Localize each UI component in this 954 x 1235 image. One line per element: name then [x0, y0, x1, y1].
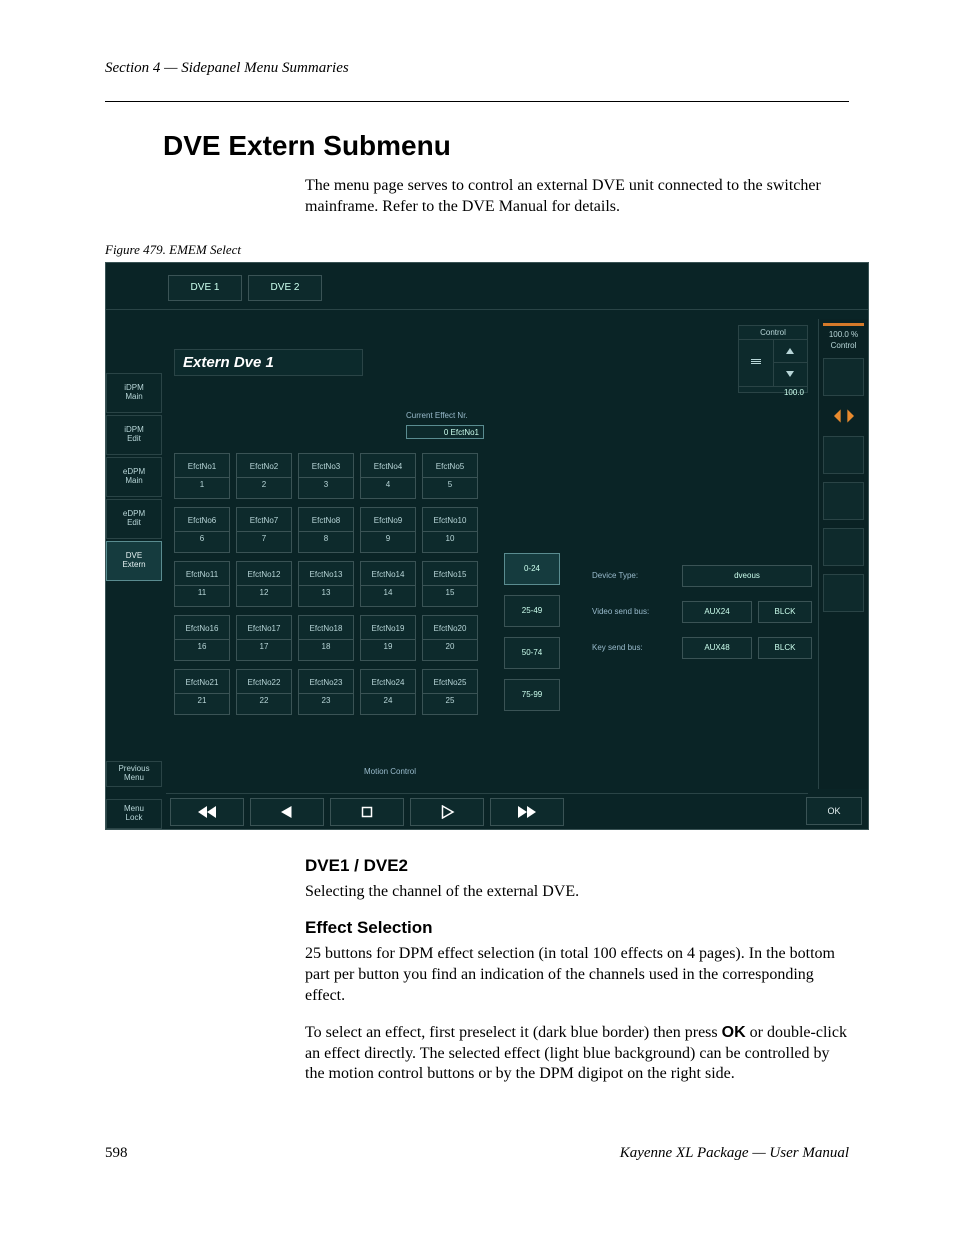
accent-bar	[823, 323, 864, 326]
device-row-value[interactable]: AUX24	[682, 601, 752, 623]
transport-bar	[166, 793, 808, 829]
sidebar-item-dve-extern[interactable]: DVEExtern	[106, 541, 162, 581]
device-row-value[interactable]: dveous	[682, 565, 812, 587]
effect-button-25[interactable]: EfctNo2525	[422, 669, 478, 715]
p3-part-a: To select an effect, first preselect it …	[305, 1024, 722, 1041]
effect-button-15[interactable]: EfctNo1515	[422, 561, 478, 607]
control-percent-value: 100.0 %	[819, 330, 868, 339]
effect-button-14[interactable]: EfctNo1414	[360, 561, 416, 607]
effect-button-12[interactable]: EfctNo1212	[236, 561, 292, 607]
effect-button-1[interactable]: EfctNo11	[174, 453, 230, 499]
effect-button-22[interactable]: EfctNo2222	[236, 669, 292, 715]
page-range-25-49[interactable]: 25-49	[504, 595, 560, 627]
device-row-label: Device Type:	[592, 571, 676, 580]
motion-control-label: Motion Control	[364, 767, 416, 776]
previous-menu-button[interactable]: PreviousMenu	[106, 761, 162, 787]
heading-effect-selection: Effect Selection	[305, 918, 849, 938]
device-row-value2[interactable]: BLCK	[758, 601, 812, 623]
effect-button-20[interactable]: EfctNo2020	[422, 615, 478, 661]
tab-dve-1[interactable]: DVE 1	[168, 275, 242, 301]
figure-caption: Figure 479. EMEM Select	[105, 242, 849, 258]
sidebar-item-idpm-main[interactable]: iDPMMain	[106, 373, 162, 413]
control-widget-value: 100.0	[739, 386, 807, 398]
heading-dve-extern-submenu: DVE Extern Submenu	[163, 130, 849, 162]
effect-button-4[interactable]: EfctNo44	[360, 453, 416, 499]
effect-button-11[interactable]: EfctNo1111	[174, 561, 230, 607]
chevron-up-icon[interactable]	[785, 347, 795, 355]
effect-button-21[interactable]: EfctNo2121	[174, 669, 230, 715]
effect-button-24[interactable]: EfctNo2424	[360, 669, 416, 715]
effect-button-17[interactable]: EfctNo1717	[236, 615, 292, 661]
panel-title: Extern Dve 1	[174, 349, 363, 376]
effect-button-8[interactable]: EfctNo88	[298, 507, 354, 553]
sidebar-item-edpm-main[interactable]: eDPMMain	[106, 457, 162, 497]
arrows-icon[interactable]	[823, 404, 864, 428]
effect-button-7[interactable]: EfctNo77	[236, 507, 292, 553]
footer-book-title: Kayenne XL Package — User Manual	[620, 1145, 849, 1162]
digipot-slot-1[interactable]	[823, 358, 864, 396]
paragraph-channel-select: Selecting the channel of the external DV…	[305, 882, 849, 903]
device-row-label: Video send bus:	[592, 607, 676, 616]
effect-button-10[interactable]: EfctNo1010	[422, 507, 478, 553]
running-head: Section 4 — Sidepanel Menu Summaries	[105, 60, 849, 77]
intro-paragraph: The menu page serves to control an exter…	[305, 176, 849, 218]
right-control-column: 100.0 % Control	[818, 319, 868, 789]
control-column-label: Control	[819, 341, 868, 350]
page-range-50-74[interactable]: 50-74	[504, 637, 560, 669]
reverse-play-button[interactable]	[250, 798, 324, 826]
paragraph-effect-buttons: 25 buttons for DPM effect selection (in …	[305, 944, 849, 1006]
effect-button-16[interactable]: EfctNo1616	[174, 615, 230, 661]
digipot-slot-3[interactable]	[823, 482, 864, 520]
stop-button[interactable]	[330, 798, 404, 826]
tab-row-divider	[106, 309, 868, 310]
page-range-0-24[interactable]: 0-24	[504, 553, 560, 585]
device-row-label: Key send bus:	[592, 643, 676, 652]
page-footer: 598 Kayenne XL Package — User Manual	[105, 1145, 849, 1162]
digipot-slot-4[interactable]	[823, 528, 864, 566]
heading-dve1-dve2: DVE1 / DVE2	[305, 856, 849, 876]
effect-button-6[interactable]: EfctNo66	[174, 507, 230, 553]
effect-button-23[interactable]: EfctNo2323	[298, 669, 354, 715]
current-effect-label: Current Effect Nr.	[406, 411, 468, 420]
menu-lock-button[interactable]: MenuLock	[106, 799, 162, 829]
fast-forward-button[interactable]	[490, 798, 564, 826]
effect-button-5[interactable]: EfctNo55	[422, 453, 478, 499]
effect-button-2[interactable]: EfctNo22	[236, 453, 292, 499]
effect-button-18[interactable]: EfctNo1818	[298, 615, 354, 661]
play-button[interactable]	[410, 798, 484, 826]
digipot-slot-2[interactable]	[823, 436, 864, 474]
hamburger-icon	[751, 359, 761, 367]
device-row-value[interactable]: AUX48	[682, 637, 752, 659]
sidebar-item-idpm-edit[interactable]: iDPMEdit	[106, 415, 162, 455]
rewind-button[interactable]	[170, 798, 244, 826]
digipot-slot-5[interactable]	[823, 574, 864, 612]
effect-button-3[interactable]: EfctNo33	[298, 453, 354, 499]
effect-button-9[interactable]: EfctNo99	[360, 507, 416, 553]
current-effect-value: 0 EfctNo1	[406, 425, 484, 439]
rule-top	[105, 101, 849, 102]
effect-button-19[interactable]: EfctNo1919	[360, 615, 416, 661]
ok-button[interactable]: OK	[806, 797, 862, 825]
tab-dve-2[interactable]: DVE 2	[248, 275, 322, 301]
control-widget-header: Control	[739, 326, 807, 340]
device-row-value2[interactable]: BLCK	[758, 637, 812, 659]
page-range-75-99[interactable]: 75-99	[504, 679, 560, 711]
page-number: 598	[105, 1145, 128, 1162]
screenshot-emem-select: DVE 1DVE 2 Extern Dve 1 Control 100.0 iD…	[105, 262, 869, 830]
chevron-down-icon[interactable]	[785, 370, 795, 378]
sidebar-item-edpm-edit[interactable]: eDPMEdit	[106, 499, 162, 539]
control-widget[interactable]: Control 100.0	[738, 325, 808, 393]
effect-button-13[interactable]: EfctNo1313	[298, 561, 354, 607]
paragraph-select-effect: To select an effect, first preselect it …	[305, 1023, 849, 1085]
ok-inline: OK	[722, 1024, 746, 1041]
